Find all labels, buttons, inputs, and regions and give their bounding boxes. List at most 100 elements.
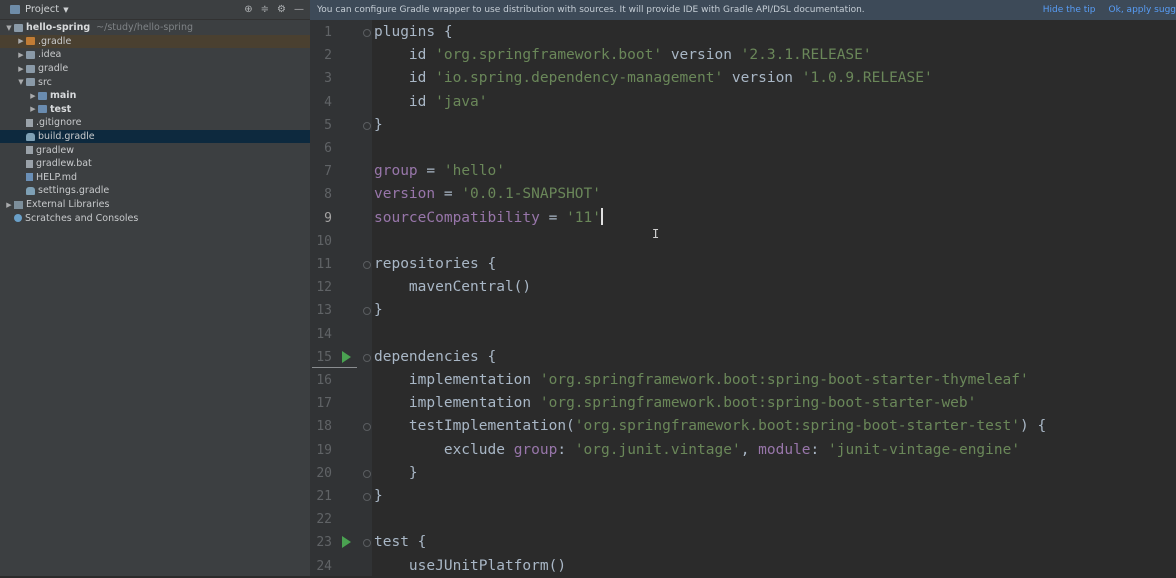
tree-item[interactable]: gradlew — [0, 143, 310, 157]
code-text: id 'org.springframework.boot' version '2… — [374, 44, 872, 67]
gear-icon[interactable]: ⚙ — [277, 4, 286, 15]
line-number: 9 — [324, 210, 332, 226]
code-token: test { — [374, 534, 427, 551]
code-token: repositories { — [374, 256, 497, 272]
project-tree: ▼ hello-spring ~/study/hello-spring ▶ .gradl… — [0, 20, 310, 225]
tree-item[interactable]: HELP.md — [0, 171, 310, 185]
code-text: } — [374, 114, 383, 137]
file-icon — [26, 146, 33, 155]
code-text: implementation 'org.springframework.boot… — [374, 369, 1029, 392]
tree-item-label: Scratches and Consoles — [25, 212, 139, 224]
minimize-icon[interactable]: — — [294, 4, 304, 15]
code-line: 11 repositories { — [310, 253, 1176, 276]
code-line: 9 sourceCompatibility = '11' — [310, 207, 1176, 230]
code-line: 2 id 'org.springframework.boot' version … — [310, 44, 1176, 67]
code-token: 'org.springframework.boot:spring-boot-st… — [539, 372, 1029, 388]
code-token: plugins { — [374, 24, 453, 40]
code-token: } — [374, 302, 383, 319]
code-token: version — [374, 186, 436, 203]
apply-suggestion-link[interactable]: Ok, apply sugg — [1109, 5, 1176, 15]
fold-marker-icon[interactable] — [363, 423, 371, 432]
code-token: 'hello' — [443, 163, 505, 180]
project-icon — [10, 5, 20, 14]
tree-item-label: gradlew — [36, 144, 75, 156]
collapse-arrow-icon[interactable]: ▶ — [28, 105, 38, 113]
tree-item[interactable]: .gitignore — [0, 116, 310, 130]
tree-item[interactable]: ▶ test — [0, 103, 310, 117]
file-icon — [26, 118, 33, 127]
code-line: 13} — [310, 299, 1176, 322]
code-text: } — [374, 462, 418, 485]
file-icon — [26, 159, 33, 168]
expand-arrow-icon[interactable]: ▼ — [4, 24, 14, 32]
scratch-icon — [14, 214, 22, 223]
fold-marker-icon[interactable] — [363, 493, 371, 501]
run-icon[interactable] — [342, 536, 351, 549]
expand-arrow-icon[interactable]: ▼ — [16, 78, 26, 86]
collapse-arrow-icon[interactable]: ▶ — [4, 201, 14, 209]
target-icon[interactable]: ⊕ — [244, 4, 252, 15]
code-token: = — [539, 209, 567, 226]
tree-item[interactable]: ▶ main — [0, 89, 310, 103]
chevron-down-icon[interactable]: ▼ — [63, 6, 68, 14]
code-editor[interactable]: 1 plugins { 2 id 'org.springframework.boot… — [310, 20, 1176, 576]
collapse-arrow-icon[interactable]: ▶ — [16, 65, 26, 73]
line-number: 4 — [324, 94, 332, 110]
line-number: 1 — [324, 25, 332, 40]
project-view-selector[interactable]: Project — [25, 4, 59, 15]
folder-icon — [14, 23, 23, 32]
fold-marker-icon[interactable] — [363, 353, 371, 362]
tree-item-label: main — [50, 90, 77, 102]
collapse-icon[interactable]: ≑ — [261, 4, 269, 15]
code-text: mavenCentral() — [374, 276, 531, 299]
tree-item[interactable]: settings.gradle — [0, 184, 310, 198]
tree-item[interactable]: gradlew.bat — [0, 157, 310, 171]
tree-item[interactable]: build.gradle — [0, 129, 310, 144]
fold-marker-icon[interactable] — [363, 539, 371, 548]
code-token: 'org.junit.vintage' — [574, 441, 741, 458]
tree-item[interactable]: ▼ hello-spring ~/study/hello-spring — [0, 21, 310, 35]
tree-item[interactable]: ▼ src — [0, 75, 310, 89]
line-number: 16 — [316, 373, 332, 388]
tree-item[interactable]: ▶ .idea — [0, 48, 310, 62]
tree-item[interactable]: ▶ .gradle — [0, 34, 310, 49]
line-number: 15 — [316, 349, 332, 365]
code-line: 6 — [310, 137, 1176, 160]
code-line: 22 — [310, 508, 1176, 531]
code-text: plugins { — [374, 21, 453, 44]
code-token: = — [417, 163, 444, 180]
code-line: 19 exclude group: 'org.junit.vintage', m… — [310, 439, 1176, 462]
fold-marker-icon[interactable] — [363, 29, 371, 37]
code-token: '11' — [566, 209, 601, 226]
hide-tip-link[interactable]: Hide the tip — [1043, 5, 1096, 15]
fold-marker-icon[interactable] — [363, 469, 371, 478]
tree-item-label: .gitignore — [36, 117, 82, 129]
code-token: = — [435, 186, 462, 203]
code-text: } — [374, 299, 383, 322]
text-cursor-icon: I — [652, 227, 660, 241]
tree-item[interactable]: Scratches and Consoles — [0, 211, 310, 225]
collapse-arrow-icon[interactable]: ▶ — [16, 37, 26, 45]
code-token: group — [513, 441, 558, 458]
line-number: 22 — [316, 512, 332, 528]
collapse-arrow-icon[interactable]: ▶ — [16, 51, 26, 59]
folder-icon — [26, 50, 35, 59]
fold-marker-icon[interactable] — [363, 307, 371, 316]
code-text: test { — [374, 531, 426, 554]
collapse-arrow-icon[interactable]: ▶ — [28, 92, 38, 100]
tree-item[interactable]: ▶ External Libraries — [0, 198, 310, 212]
fold-marker-icon[interactable] — [363, 121, 371, 130]
code-token: 'org.springframework.boot' — [435, 47, 663, 64]
tree-item-label: gradlew.bat — [36, 158, 92, 170]
run-icon[interactable] — [342, 350, 351, 363]
tree-item-label: build.gradle — [38, 131, 95, 143]
tree-item-label: test — [50, 103, 72, 115]
fold-marker-icon[interactable] — [363, 261, 371, 269]
code-line: 15 dependencies { — [310, 346, 1176, 369]
code-token: testImplementation( — [374, 418, 575, 435]
code-token: useJUnitPlatform() — [374, 557, 567, 574]
code-line: 4 id 'java' — [310, 91, 1176, 114]
tree-item[interactable]: ▶ gradle — [0, 62, 310, 76]
elephant-icon — [26, 186, 35, 195]
code-token: dependencies { — [374, 348, 497, 365]
